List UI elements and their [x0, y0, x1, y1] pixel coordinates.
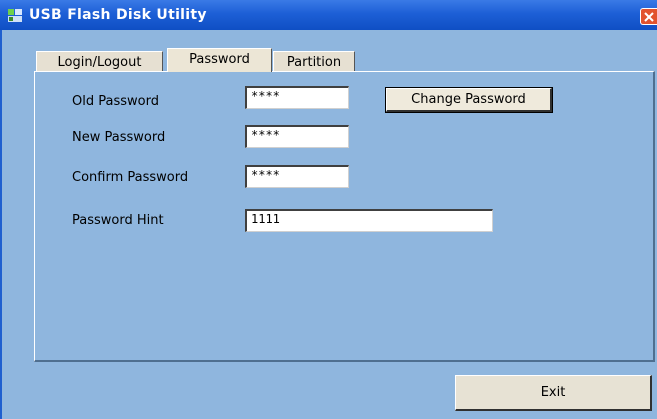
- app-window: USB Flash Disk Utility Login/Logout Part…: [0, 0, 657, 419]
- tab-login-logout[interactable]: Login/Logout: [36, 51, 163, 72]
- old-password-field[interactable]: ****: [245, 86, 349, 109]
- password-hint-label: Password Hint: [72, 213, 164, 228]
- new-password-label: New Password: [72, 130, 166, 145]
- tab-password[interactable]: Password: [167, 48, 272, 72]
- old-password-label: Old Password: [72, 94, 159, 109]
- new-password-field[interactable]: ****: [245, 125, 349, 148]
- tab-partition[interactable]: Partition: [273, 51, 355, 72]
- change-password-button[interactable]: Change Password: [385, 87, 553, 113]
- usb-disk-icon: [8, 9, 22, 22]
- exit-button[interactable]: Exit: [455, 375, 652, 411]
- title-bar[interactable]: USB Flash Disk Utility: [0, 0, 657, 30]
- password-hint-field[interactable]: 1111: [245, 209, 493, 232]
- close-icon[interactable]: [640, 8, 657, 25]
- confirm-password-field[interactable]: ****: [245, 165, 349, 188]
- window-title: USB Flash Disk Utility: [29, 7, 207, 23]
- confirm-password-label: Confirm Password: [72, 170, 189, 185]
